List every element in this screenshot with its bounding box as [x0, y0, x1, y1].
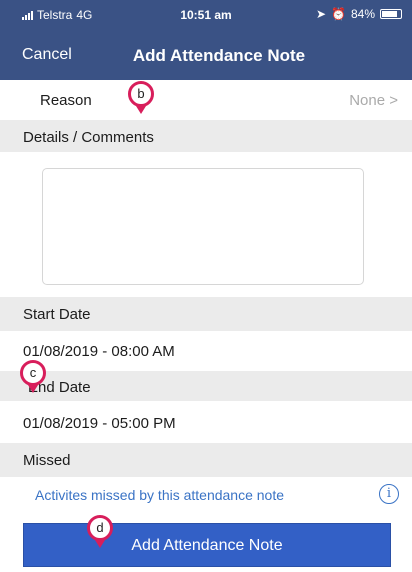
start-date-field[interactable]: 01/08/2019 - 08:00 AM — [0, 331, 412, 371]
add-attendance-note-button[interactable]: Add Attendance Note — [23, 523, 391, 567]
start-date-value: 01/08/2019 - 08:00 AM — [23, 343, 175, 360]
annotation-marker-b: b — [128, 81, 154, 114]
missed-section-header: Missed — [0, 443, 412, 477]
details-header-label: Details / Comments — [23, 129, 154, 146]
page-title: Add Attendance Note — [132, 46, 306, 65]
info-icon[interactable]: i — [379, 484, 399, 504]
missed-label: Missed — [23, 452, 71, 469]
end-date-value: 01/08/2019 - 05:00 PM — [23, 415, 176, 432]
missed-activities-link[interactable]: Activites missed by this attendance note — [35, 487, 284, 503]
status-right: ➤ ⏰ 84% — [316, 7, 402, 21]
navigation-bar: Cancel Add Attendance Note — [0, 30, 412, 80]
missed-activities-row[interactable]: Activites missed by this attendance note… — [0, 477, 412, 513]
start-date-label: Start Date — [23, 306, 91, 323]
annotation-marker-d: d — [87, 515, 113, 548]
details-section-header: Details / Comments — [0, 120, 412, 152]
location-icon: ➤ — [315, 7, 327, 21]
end-date-header: End Date — [0, 371, 412, 401]
reason-label: Reason — [40, 92, 92, 109]
alarm-icon: ⏰ — [331, 7, 346, 21]
end-date-field[interactable]: 01/08/2019 - 05:00 PM — [0, 401, 412, 443]
status-bar: Telstra 4G 10:51 am ➤ ⏰ 84% — [0, 0, 412, 30]
start-date-header: Start Date — [0, 297, 412, 331]
reason-row[interactable]: Reason None > — [0, 80, 412, 120]
annotation-marker-c: c — [20, 360, 46, 393]
battery-percent: 84% — [350, 7, 375, 21]
reason-value: None > — [349, 92, 398, 109]
battery-icon — [380, 9, 402, 19]
details-comments-input[interactable] — [42, 168, 364, 285]
